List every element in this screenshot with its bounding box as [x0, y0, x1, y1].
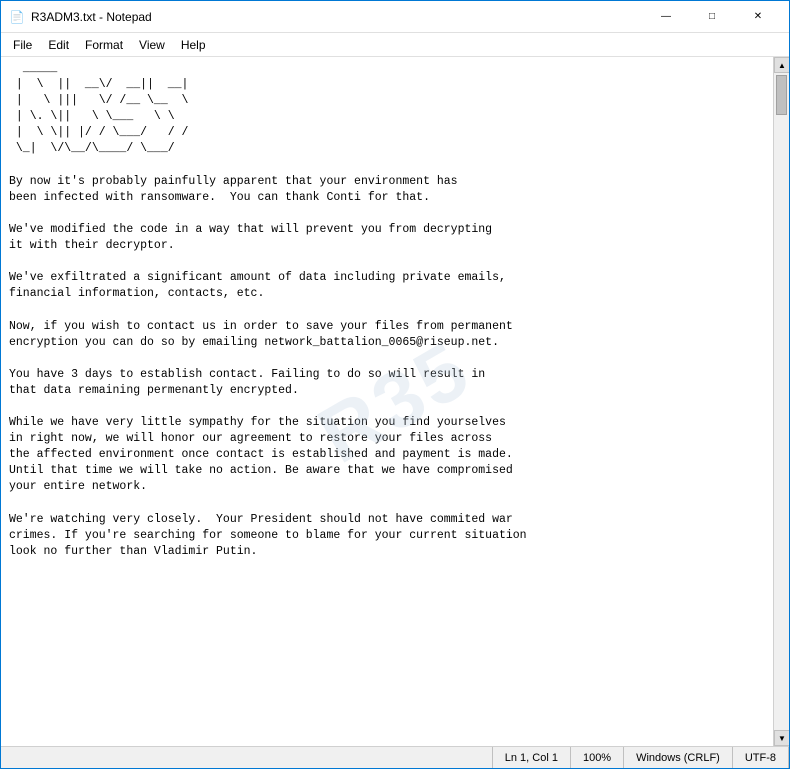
menu-view[interactable]: View — [131, 36, 173, 54]
menu-format[interactable]: Format — [77, 36, 131, 54]
title-bar: 📄 R3ADM3.txt - Notepad — □ ✕ — [1, 1, 789, 33]
scroll-down-button[interactable]: ▼ — [774, 730, 789, 746]
maximize-button[interactable]: □ — [689, 1, 735, 33]
menu-help[interactable]: Help — [173, 36, 214, 54]
scrollbar[interactable]: ▲ ▼ — [773, 57, 789, 746]
scroll-up-button[interactable]: ▲ — [774, 57, 789, 73]
content-area: R35 _____ | \ || __\/ __|| __| | \ ||| \… — [1, 57, 789, 746]
line-ending: Windows (CRLF) — [624, 747, 733, 768]
scrollbar-thumb[interactable] — [776, 75, 787, 115]
minimize-button[interactable]: — — [643, 1, 689, 33]
status-bar: Ln 1, Col 1 100% Windows (CRLF) UTF-8 — [1, 746, 789, 768]
menu-file[interactable]: File — [5, 36, 40, 54]
menu-edit[interactable]: Edit — [40, 36, 77, 54]
window-controls: — □ ✕ — [643, 1, 781, 33]
cursor-position: Ln 1, Col 1 — [493, 747, 571, 768]
menu-bar: File Edit Format View Help — [1, 33, 789, 57]
scrollbar-track[interactable] — [774, 73, 789, 730]
zoom-level: 100% — [571, 747, 624, 768]
close-button[interactable]: ✕ — [735, 1, 781, 33]
app-icon: 📄 — [9, 9, 25, 25]
window-title: R3ADM3.txt - Notepad — [31, 10, 643, 24]
text-editor[interactable]: _____ | \ || __\/ __|| __| | \ ||| \/ /_… — [1, 57, 773, 746]
encoding: UTF-8 — [733, 747, 789, 768]
status-spacer — [1, 747, 493, 768]
notepad-window: 📄 R3ADM3.txt - Notepad — □ ✕ File Edit F… — [0, 0, 790, 769]
